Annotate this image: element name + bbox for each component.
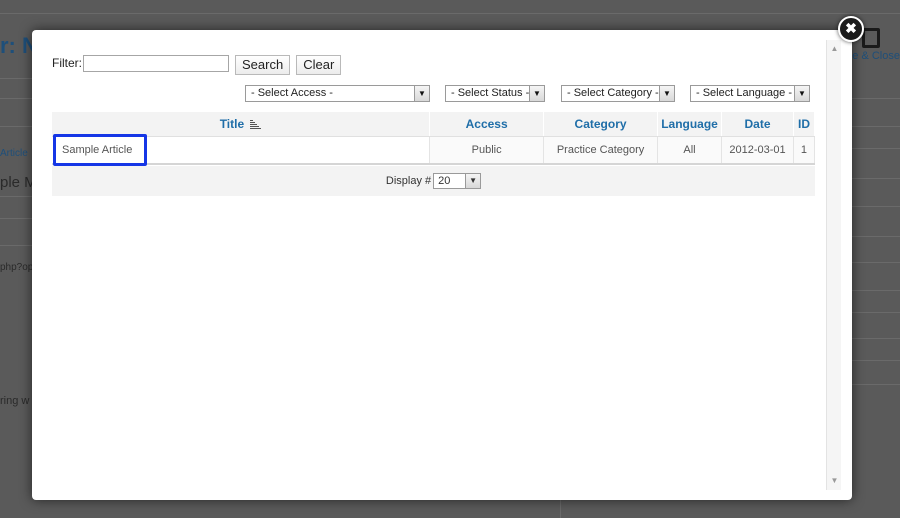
filter-label: Filter: [52, 56, 82, 70]
pagination-footer: Display # 20 ▼ [52, 166, 815, 196]
column-header-id[interactable]: ID [793, 112, 816, 137]
select-language[interactable]: - Select Language - ▼ [690, 85, 810, 102]
column-header-title-label: Title [219, 116, 245, 131]
vertical-scrollbar[interactable]: ▲ ▼ [826, 40, 841, 490]
table-row: Sample Article Public Practice Category … [52, 136, 816, 165]
modal-dialog: ▲ ▼ Filter: Search Clear - Select Access… [32, 30, 852, 500]
background-url-text: php?op [0, 262, 34, 273]
sort-ascending-icon [250, 120, 262, 130]
search-button[interactable]: Search [235, 55, 291, 75]
select-access[interactable]: - Select Access - ▼ [245, 85, 430, 102]
select-language-value: - Select Language - [696, 87, 793, 99]
table-header-row: Title Access Category Language Date ID [52, 112, 816, 137]
column-header-date[interactable]: Date [721, 112, 794, 137]
clear-button[interactable]: Clear [296, 55, 342, 75]
display-count-select[interactable]: 20 ▼ [433, 173, 482, 189]
chevron-down-icon: ▼ [414, 86, 429, 101]
background-save-close-label: e & Close [852, 50, 900, 62]
filter-input[interactable] [83, 54, 229, 72]
cell-language: All [657, 136, 723, 165]
scroll-down-icon[interactable]: ▼ [827, 474, 842, 488]
column-header-access[interactable]: Access [429, 112, 545, 137]
cell-category: Practice Category [543, 136, 659, 165]
background-link: Article [0, 148, 28, 159]
select-status-value: - Select Status - [451, 87, 530, 99]
article-title-link[interactable]: Sample Article [62, 144, 132, 156]
close-icon[interactable]: ✖ [838, 16, 864, 42]
chevron-down-icon: ▼ [659, 86, 674, 101]
save-icon [862, 28, 880, 48]
chevron-down-icon: ▼ [794, 86, 809, 101]
chevron-down-icon: ▼ [529, 86, 544, 101]
scroll-up-icon[interactable]: ▲ [827, 42, 842, 56]
cell-id: 1 [793, 136, 816, 165]
display-count-label: Display # [385, 175, 432, 187]
filter-bar: Filter: Search Clear [52, 54, 342, 76]
column-header-category[interactable]: Category [543, 112, 659, 137]
column-header-language[interactable]: Language [657, 112, 723, 137]
background-body-text: ring w [0, 395, 30, 407]
select-category-value: - Select Category - [567, 87, 659, 99]
column-header-title[interactable]: Title [52, 112, 431, 137]
cell-access: Public [429, 136, 545, 165]
select-status[interactable]: - Select Status - ▼ [445, 85, 545, 102]
articles-table: Title Access Category Language Date ID S… [52, 112, 816, 165]
select-access-value: - Select Access - [251, 87, 333, 99]
display-count-value: 20 [438, 175, 451, 187]
chevron-down-icon: ▼ [465, 174, 481, 188]
cell-title: Sample Article [52, 136, 431, 165]
cell-date: 2012-03-01 [721, 136, 794, 165]
select-category[interactable]: - Select Category - ▼ [561, 85, 675, 102]
